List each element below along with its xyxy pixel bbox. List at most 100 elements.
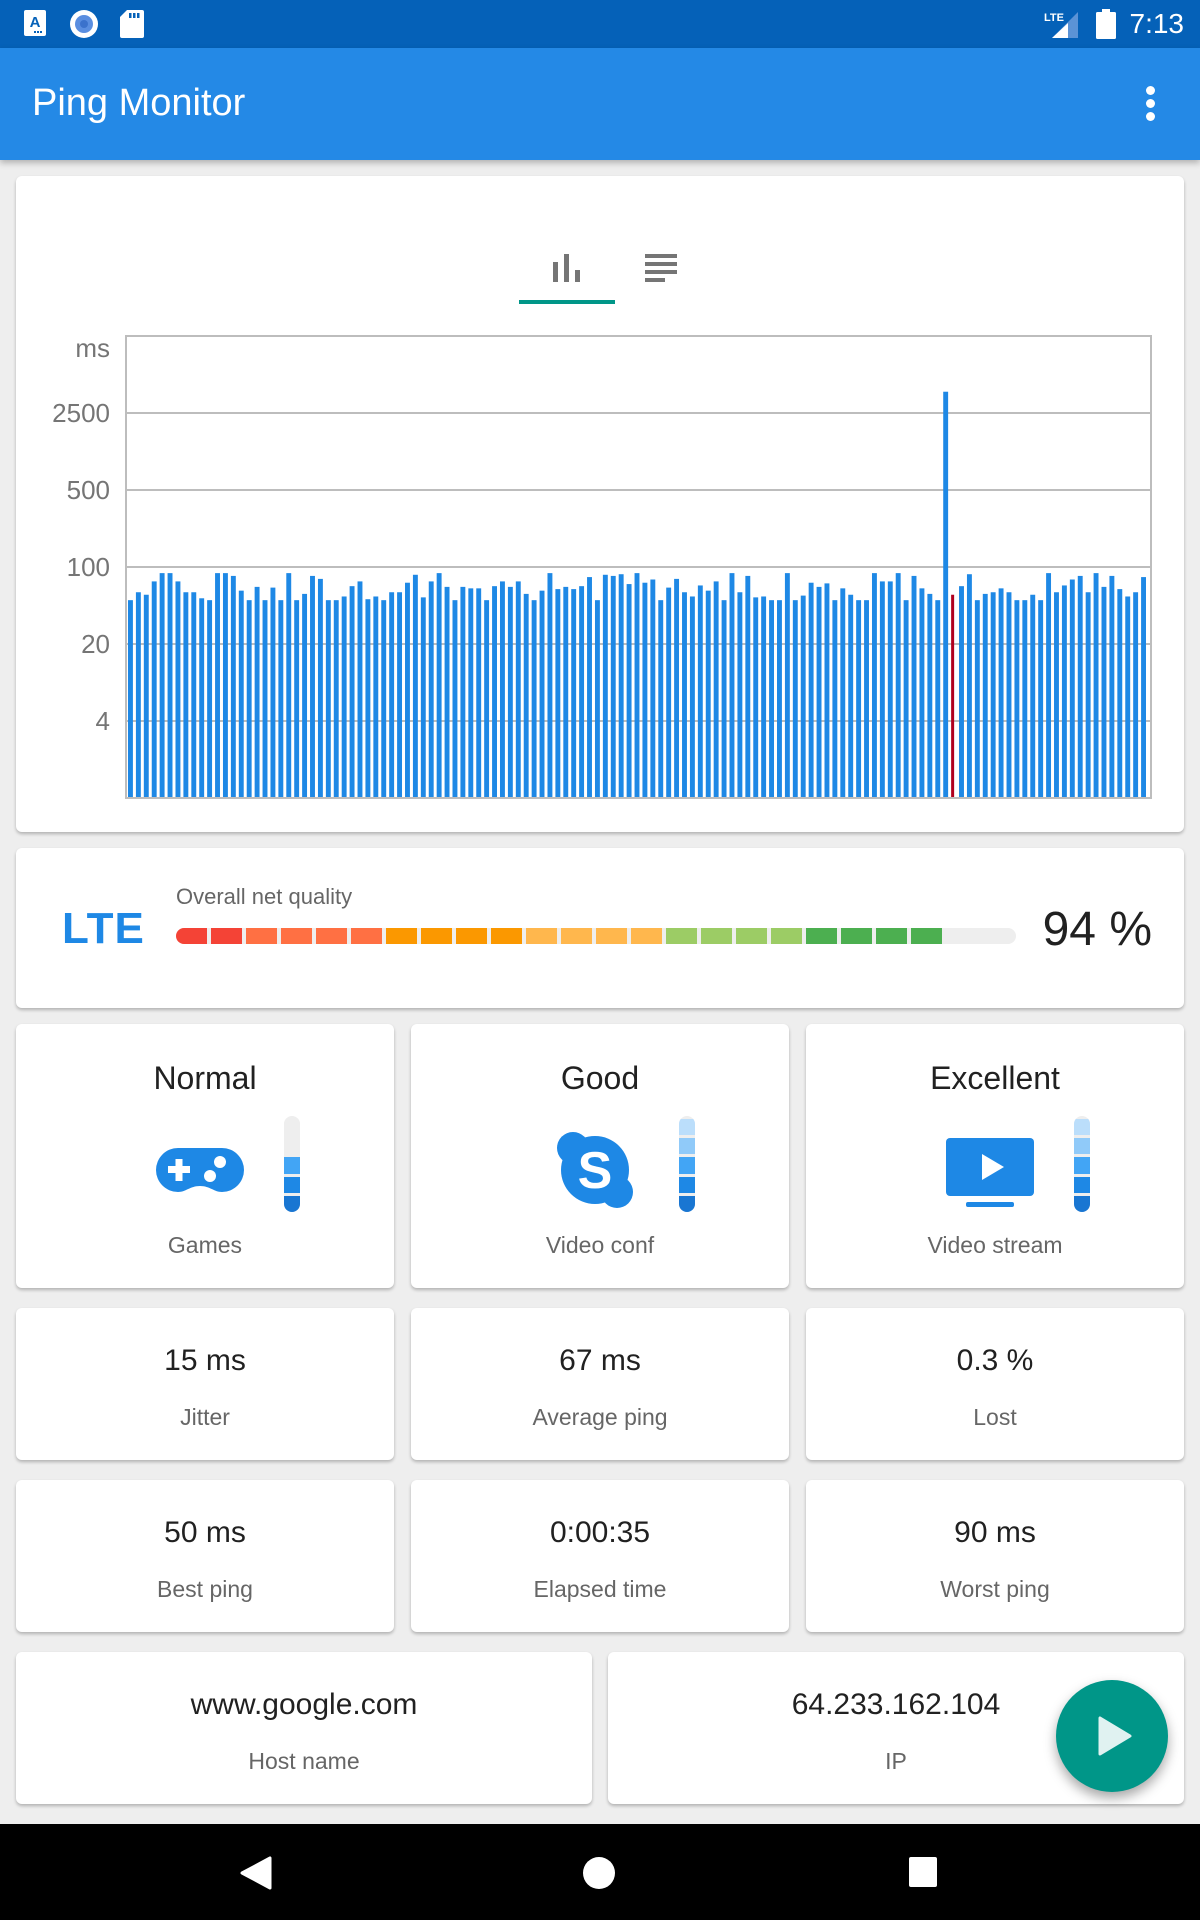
- ping-bar: [666, 587, 672, 798]
- ping-bar: [871, 573, 877, 798]
- ping-bar: [333, 600, 339, 798]
- quality-segment: [281, 928, 312, 944]
- quality-segment: [596, 928, 627, 944]
- ping-bar: [183, 592, 189, 798]
- quality-segment: [316, 928, 347, 944]
- ping-bar: [555, 589, 561, 798]
- ping-bar: [444, 586, 450, 798]
- ping-bar: [507, 586, 513, 798]
- ping-bar: [761, 596, 767, 798]
- ping-bar: [1014, 600, 1020, 798]
- ping-bar: [816, 586, 822, 798]
- home-icon[interactable]: [582, 1856, 616, 1895]
- ping-bar: [674, 578, 680, 798]
- lte-signal-icon: LTE: [1044, 10, 1080, 43]
- gamepad-icon: [154, 1124, 246, 1216]
- ping-bar: [935, 600, 941, 798]
- ping-bar: [626, 584, 632, 798]
- svg-text:S: S: [578, 1142, 613, 1200]
- recents-icon[interactable]: [908, 1856, 938, 1893]
- ping-bar: [800, 595, 806, 798]
- more-vert-icon[interactable]: [1140, 86, 1160, 126]
- ping-bar: [349, 586, 355, 798]
- ping-bar: [199, 598, 205, 798]
- net-quality-card: LTE Overall net quality 94 %: [16, 848, 1184, 1008]
- stat-value: 90 ms: [954, 1516, 1036, 1549]
- ping-bar: [1109, 575, 1115, 798]
- stat-best-ping: 50 ms Best ping: [16, 1480, 394, 1632]
- ping-bar: [325, 600, 331, 798]
- lost-packet-bar: [951, 594, 955, 798]
- ping-bar: [959, 586, 964, 798]
- meter-segment: [679, 1195, 695, 1212]
- app-name: Video stream: [927, 1232, 1063, 1258]
- ping-bar: [238, 590, 244, 798]
- quality-segment: [386, 928, 417, 944]
- back-icon[interactable]: [240, 1856, 272, 1895]
- y-tick-label: 2500: [52, 398, 110, 428]
- ping-bar: [840, 588, 846, 798]
- ping-bar: [1085, 592, 1091, 798]
- status-bar: A LTE 7:13: [0, 0, 1200, 48]
- play-icon: [1098, 1716, 1132, 1756]
- meter-segment: [284, 1119, 300, 1136]
- stat-value: 15 ms: [164, 1344, 246, 1377]
- ping-bar: [1054, 592, 1059, 798]
- ping-bar: [397, 592, 403, 798]
- ping-bar: [587, 577, 592, 798]
- svg-text:A: A: [30, 14, 41, 31]
- ping-bar: [998, 588, 1004, 798]
- ping-bar: [848, 594, 854, 798]
- quality-segment: [351, 928, 382, 944]
- meter-segment: [679, 1157, 695, 1174]
- quality-segment: [421, 928, 452, 944]
- meter-segment: [679, 1138, 695, 1155]
- ping-bar: [1069, 579, 1075, 798]
- meter-segment: [1074, 1157, 1090, 1174]
- ping-bar: [721, 600, 727, 798]
- y-tick-label: 100: [67, 552, 110, 582]
- ping-bar: [278, 600, 284, 798]
- ping-bar: [286, 573, 292, 798]
- app-name: Video conf: [545, 1232, 655, 1258]
- ping-bar: [531, 600, 537, 798]
- ping-bar: [191, 592, 197, 798]
- ping-bar: [1093, 573, 1099, 798]
- stat-label: Elapsed time: [533, 1576, 667, 1602]
- y-axis-label: ms: [75, 333, 110, 363]
- ping-bar: [1006, 592, 1012, 798]
- skype-icon: S: [549, 1124, 641, 1216]
- ping-bar: [808, 582, 814, 798]
- ping-bar: [911, 575, 917, 798]
- ping-bar: [1046, 573, 1052, 798]
- ping-bar: [175, 581, 181, 798]
- stat-jitter: 15 ms Jitter: [16, 1308, 394, 1460]
- ping-bar: [1125, 596, 1131, 798]
- stat-label: Jitter: [180, 1404, 230, 1430]
- navigation-bar: [0, 1824, 1200, 1920]
- start-ping-button[interactable]: [1056, 1680, 1168, 1792]
- stat-value: 0.3 %: [956, 1344, 1034, 1377]
- ping-bar: [602, 574, 608, 798]
- ping-bar: [381, 600, 387, 798]
- meter-segment: [284, 1138, 300, 1155]
- record-icon: [70, 10, 98, 43]
- ping-bar: [563, 586, 569, 798]
- quality-segment: [911, 928, 942, 944]
- ping-bar: [919, 588, 925, 798]
- ping-bar: [476, 588, 482, 798]
- ping-bar: [1061, 585, 1067, 798]
- host-name-card[interactable]: www.google.com Host name: [16, 1652, 592, 1804]
- app-card-video-conf: Good S Video conf: [411, 1024, 789, 1288]
- quality-segment: [526, 928, 557, 944]
- net-quality-percent: 94 %: [1042, 903, 1152, 956]
- ping-bar: [484, 600, 490, 798]
- quality-segment: [666, 928, 697, 944]
- battery-icon: [1096, 9, 1116, 44]
- stat-lost: 0.3 % Lost: [806, 1308, 1184, 1460]
- quality-segment: [736, 928, 767, 944]
- quality-segment: [491, 928, 522, 944]
- host-name-value: www.google.com: [190, 1688, 418, 1721]
- stat-elapsed-time: 0:00:35 Elapsed time: [411, 1480, 789, 1632]
- keyboard-a-icon: A: [24, 10, 46, 41]
